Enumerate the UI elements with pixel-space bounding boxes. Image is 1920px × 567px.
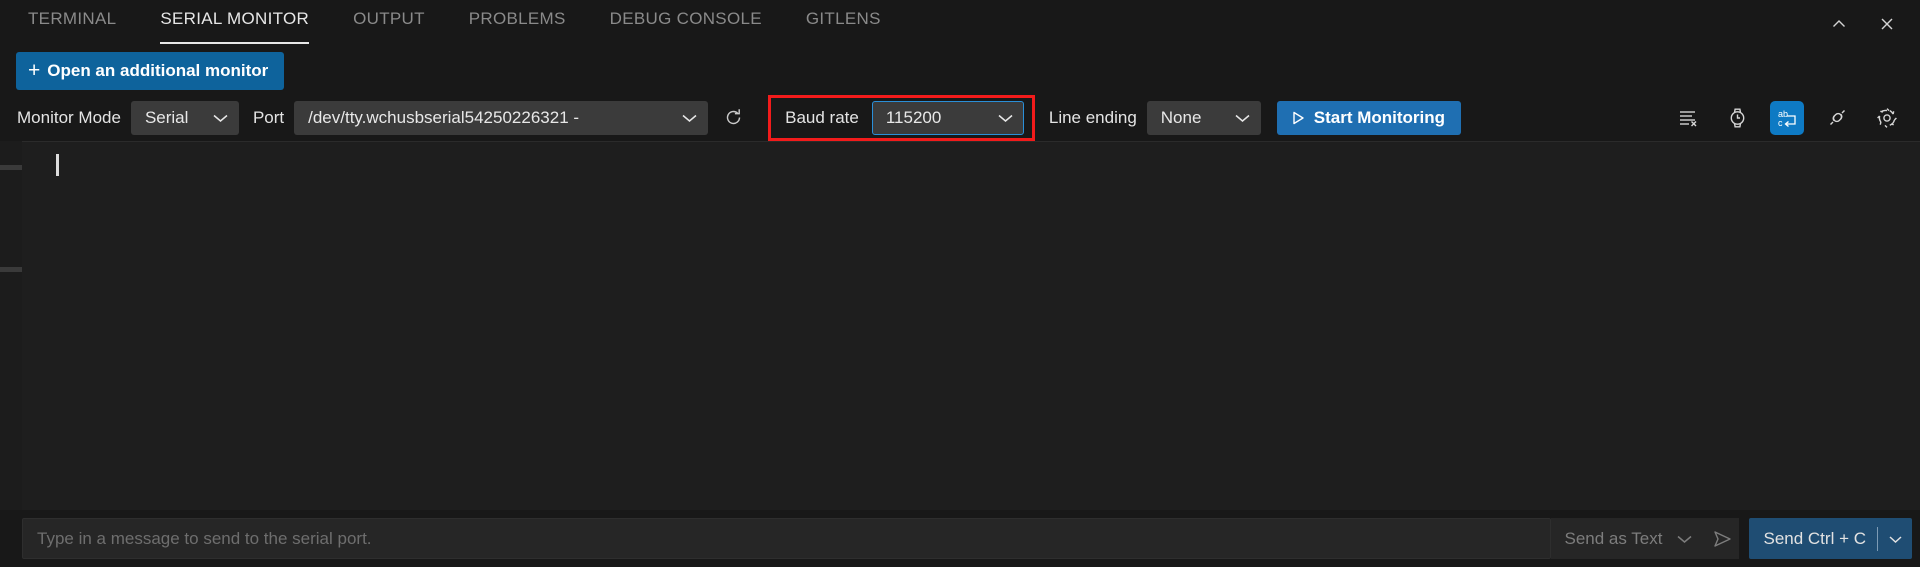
start-monitoring-label: Start Monitoring <box>1313 107 1446 127</box>
toolbar-icon-group: ab c <box>1670 100 1904 135</box>
settings-gear-icon[interactable] <box>1870 101 1904 135</box>
port-dropdown[interactable]: /dev/tty.wchusbserial54250226321 - <box>294 100 709 135</box>
tab-problems-label: PROBLEMS <box>468 8 566 28</box>
port-label: Port <box>252 107 285 127</box>
monitor-mode-dropdown[interactable]: Serial <box>130 100 239 135</box>
chevron-down-icon <box>681 113 698 123</box>
tab-debug-console-label: DEBUG CONSOLE <box>609 8 762 28</box>
refresh-ports-icon[interactable] <box>718 103 748 133</box>
serial-monitor-panel: TERMINAL SERIAL MONITOR OUTPUT PROBLEMS … <box>0 0 1920 567</box>
chevron-down-icon <box>997 113 1014 123</box>
send-ctrl-c-label: Send Ctrl + C <box>1763 528 1866 548</box>
output-gutter[interactable] <box>0 141 22 510</box>
baud-rate-value: 115200 <box>885 107 942 127</box>
line-ending-dropdown[interactable]: None <box>1146 100 1261 135</box>
send-ctrl-c-button[interactable]: Send Ctrl + C <box>1749 518 1912 559</box>
add-monitor-row: + Open an additional monitor <box>0 48 1920 94</box>
clear-output-icon[interactable] <box>1670 101 1704 135</box>
port-value: /dev/tty.wchusbserial54250226321 - <box>308 107 580 127</box>
serial-monitor-toolbar: Monitor Mode Serial Port /dev/tty.wchusb… <box>0 94 1920 141</box>
chevron-down-icon <box>1676 534 1693 544</box>
panel-window-controls <box>1824 0 1902 48</box>
line-ending-label: Line ending <box>1048 107 1137 127</box>
tab-output[interactable]: OUTPUT <box>353 0 425 48</box>
tab-gitlens[interactable]: GITLENS <box>806 0 881 48</box>
tab-serial-monitor-label: SERIAL MONITOR <box>160 8 310 28</box>
start-monitoring-button[interactable]: Start Monitoring <box>1276 100 1462 135</box>
line-ending-value: None <box>1160 107 1202 127</box>
timestamp-icon[interactable] <box>1720 101 1754 135</box>
monitor-mode-value: Serial <box>144 107 189 127</box>
chevron-up-icon[interactable] <box>1824 9 1854 39</box>
send-as-dropdown[interactable]: Send as Text <box>1550 518 1706 559</box>
open-additional-monitor-button[interactable]: + Open an additional monitor <box>16 52 285 90</box>
send-message-bar: Send as Text Send Ctrl + C <box>0 510 1920 567</box>
toggle-line-ending-icon[interactable]: ab c <box>1770 100 1804 135</box>
panel-tab-bar: TERMINAL SERIAL MONITOR OUTPUT PROBLEMS … <box>0 0 1920 48</box>
baud-rate-highlight-box: Baud rate 115200 <box>768 94 1035 141</box>
text-cursor <box>56 154 59 176</box>
chevron-down-icon <box>1234 113 1251 123</box>
gutter-mark <box>0 267 22 272</box>
tab-terminal-label: TERMINAL <box>28 8 117 28</box>
tab-terminal[interactable]: TERMINAL <box>28 0 116 48</box>
tab-serial-monitor[interactable]: SERIAL MONITOR <box>160 0 309 48</box>
baud-rate-dropdown[interactable]: 115200 <box>871 100 1024 135</box>
port-connection-icon[interactable] <box>1820 101 1854 135</box>
plus-icon: + <box>28 58 41 82</box>
serial-output-text[interactable] <box>22 141 1920 510</box>
open-additional-monitor-label: Open an additional monitor <box>47 61 269 80</box>
baud-rate-label: Baud rate <box>785 107 859 127</box>
close-icon[interactable] <box>1872 9 1902 39</box>
send-arrow-icon[interactable] <box>1705 518 1740 559</box>
send-message-input[interactable] <box>22 518 1551 559</box>
gutter-mark <box>0 165 22 170</box>
chevron-down-icon <box>212 113 229 123</box>
serial-output-area <box>0 141 1920 510</box>
play-icon <box>1290 110 1306 126</box>
tab-debug-console[interactable]: DEBUG CONSOLE <box>610 0 762 48</box>
svg-text:c: c <box>1778 118 1783 128</box>
chevron-down-icon[interactable] <box>1878 518 1912 559</box>
tab-problems[interactable]: PROBLEMS <box>469 0 566 48</box>
monitor-mode-label: Monitor Mode <box>17 107 121 127</box>
send-as-label: Send as Text <box>1564 528 1663 548</box>
tab-gitlens-label: GITLENS <box>805 8 881 28</box>
tab-output-label: OUTPUT <box>353 8 425 28</box>
